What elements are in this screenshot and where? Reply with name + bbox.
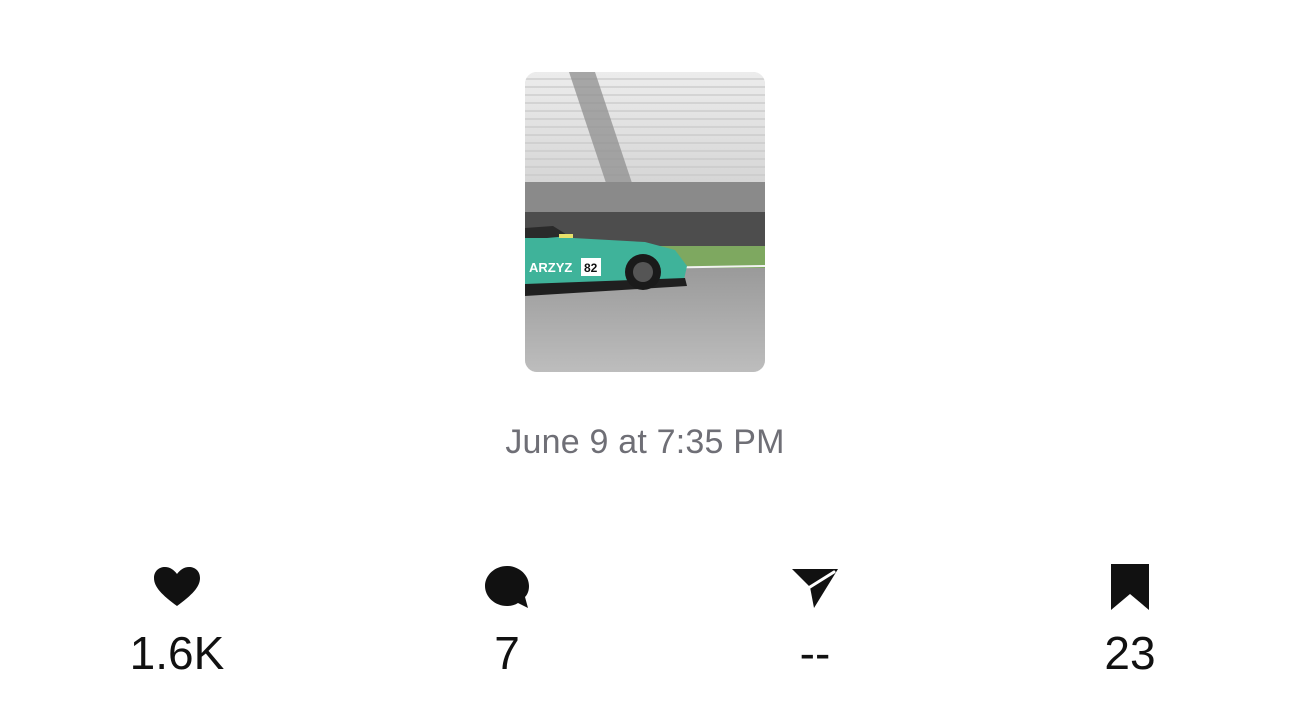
shares-stat[interactable]: -- [715,560,915,690]
post-timestamp: June 9 at 7:35 PM [505,423,785,461]
likes-count: 1.6K [129,627,225,679]
comments-stat[interactable]: 7 [407,560,607,690]
comments-count: 7 [494,627,520,679]
send-icon[interactable] [788,560,842,614]
svg-text:ARZYZ: ARZYZ [529,260,572,275]
heart-icon[interactable] [150,560,204,614]
comment-icon[interactable] [480,560,534,614]
saves-count: 23 [1104,627,1156,679]
bookmark-icon[interactable] [1103,560,1157,614]
saves-stat[interactable]: 23 [1030,560,1230,690]
race-car-photo: ARZYZ 82 [525,72,765,372]
shares-count: -- [799,627,831,679]
post-thumbnail[interactable]: ARZYZ 82 [525,72,765,372]
likes-stat[interactable]: 1.6K [77,560,277,690]
svg-text:82: 82 [584,261,598,275]
